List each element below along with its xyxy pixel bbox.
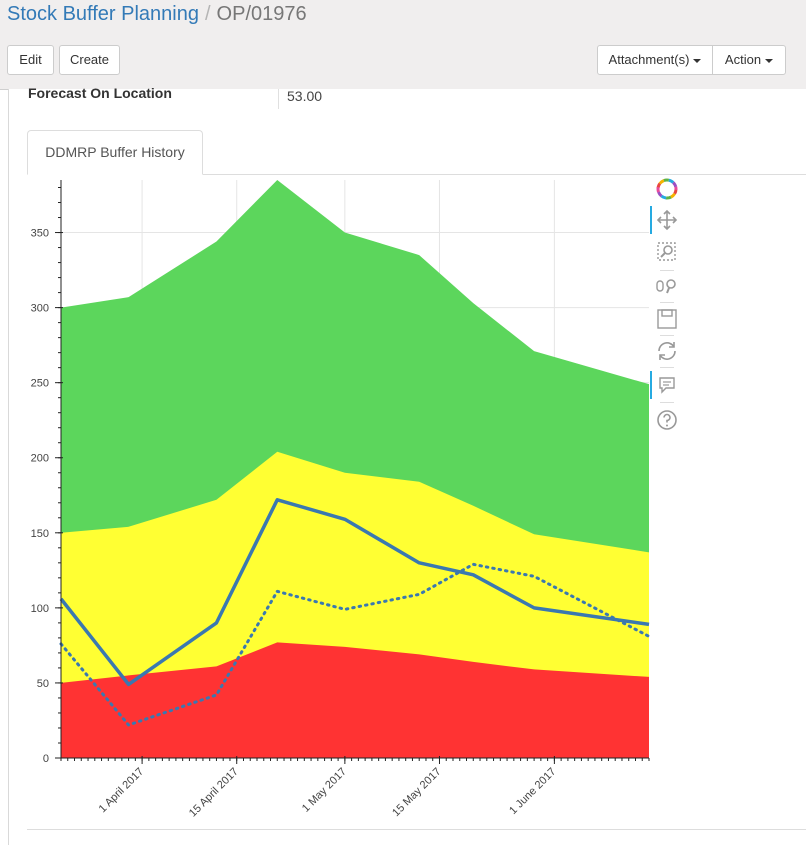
x-tick-label: 15 May 2017	[390, 766, 443, 819]
toolbar-separator	[660, 367, 674, 368]
toolbar-separator	[660, 335, 674, 336]
wheel-zoom-icon[interactable]	[654, 273, 680, 299]
x-tick-label: 1 June 2017	[507, 766, 558, 817]
y-tick-label: 150	[31, 528, 49, 540]
x-tick-label: 1 April 2017	[97, 766, 147, 816]
help-icon[interactable]	[654, 407, 680, 433]
pan-active-indicator	[650, 206, 652, 234]
y-tick-label: 300	[31, 303, 49, 315]
y-tick-label: 50	[37, 678, 49, 690]
y-tick-label: 350	[31, 228, 49, 240]
toolbar-separator	[660, 302, 674, 303]
hover-active-indicator	[650, 371, 652, 399]
bokeh-logo-icon[interactable]	[654, 176, 680, 202]
x-tick-label: 1 May 2017	[300, 766, 349, 815]
toolbar-separator	[660, 402, 674, 403]
x-tick-label: 15 April 2017	[187, 766, 241, 820]
reset-icon[interactable]	[654, 338, 680, 364]
y-tick-label: 200	[31, 453, 49, 465]
bottom-divider	[27, 829, 806, 830]
pan-icon[interactable]	[654, 207, 680, 233]
hover-icon[interactable]	[654, 372, 680, 398]
toolbar-separator	[660, 270, 674, 271]
y-tick-label: 100	[31, 603, 49, 615]
chart-toolbar	[650, 176, 690, 436]
y-tick-label: 250	[31, 378, 49, 390]
y-tick-label: 0	[43, 753, 49, 765]
box-zoom-icon[interactable]	[654, 239, 680, 265]
save-icon[interactable]	[654, 306, 680, 332]
